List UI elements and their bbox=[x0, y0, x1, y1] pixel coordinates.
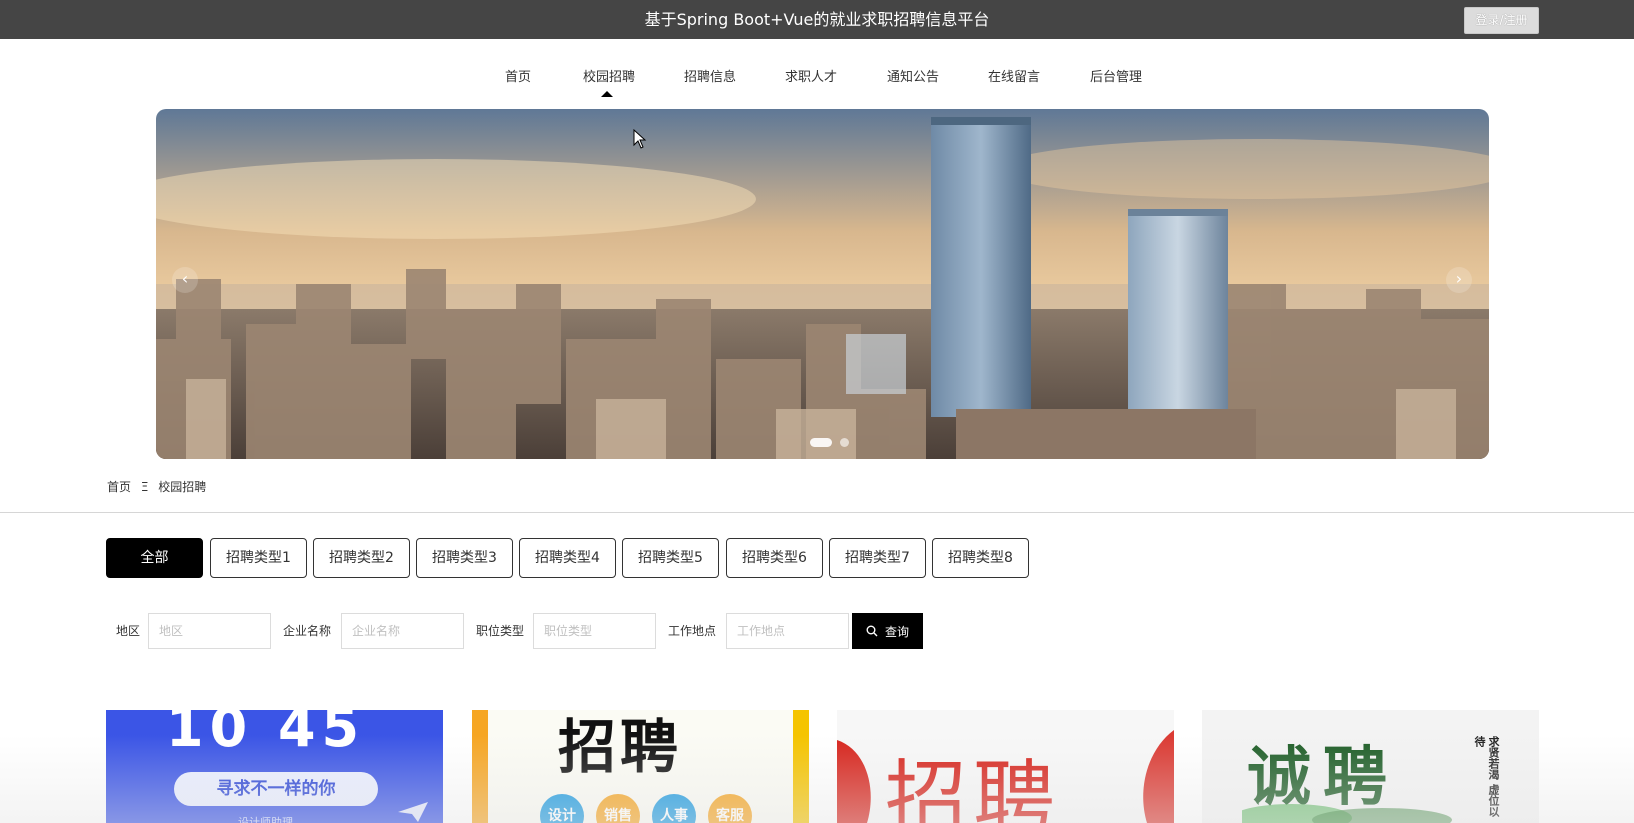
category-type7-button[interactable]: 招聘类型7 bbox=[829, 538, 926, 578]
main-nav: 首页 校园招聘 招聘信息 求职人才 通知公告 在线留言 后台管理 bbox=[0, 40, 1634, 100]
category-type6-button[interactable]: 招聘类型6 bbox=[726, 538, 823, 578]
job-type-input[interactable] bbox=[533, 613, 656, 649]
nav-item-admin[interactable]: 后台管理 bbox=[1090, 66, 1142, 85]
breadcrumb-home[interactable]: 首页 bbox=[107, 480, 131, 494]
card1-tagline: 寻求不一样的你 bbox=[174, 772, 378, 806]
card2-tag-2: 销售 bbox=[596, 794, 640, 823]
city-skyline-image bbox=[156, 109, 1489, 459]
search-button[interactable]: 查询 bbox=[852, 613, 923, 649]
card4-foliage bbox=[1242, 804, 1452, 823]
card2-tag-3: 人事 bbox=[652, 794, 696, 823]
region-input[interactable] bbox=[148, 613, 271, 649]
site-title: 基于Spring Boot+Vue的就业求职招聘信息平台 bbox=[644, 10, 990, 29]
card1-sub: 设计师助理 bbox=[238, 816, 293, 823]
category-all-button[interactable]: 全部 bbox=[106, 538, 203, 578]
job-card-2[interactable]: 招聘 设计 销售 人事 客服 bbox=[472, 710, 809, 823]
banner-carousel[interactable] bbox=[156, 109, 1489, 459]
nav-item-campus-recruitment[interactable]: 校园招聘 bbox=[583, 66, 635, 85]
work-location-input[interactable] bbox=[726, 613, 849, 649]
carousel-dot[interactable] bbox=[840, 438, 849, 447]
carousel-dot-active[interactable] bbox=[810, 438, 832, 447]
search-button-label: 查询 bbox=[884, 624, 909, 639]
category-type5-button[interactable]: 招聘类型5 bbox=[622, 538, 719, 578]
breadcrumb: 首页 Ξ 校园招聘 bbox=[107, 478, 212, 495]
category-type1-button[interactable]: 招聘类型1 bbox=[210, 538, 307, 578]
card2-tag-4: 客服 bbox=[708, 794, 752, 823]
nav-item-messages[interactable]: 在线留言 bbox=[988, 66, 1040, 85]
search-icon bbox=[866, 625, 878, 637]
company-input[interactable] bbox=[341, 613, 464, 649]
region-label: 地区 bbox=[116, 624, 141, 638]
category-type3-button[interactable]: 招聘类型3 bbox=[416, 538, 513, 578]
card2-tag-1: 设计 bbox=[540, 794, 584, 823]
section-divider bbox=[0, 512, 1634, 513]
card1-headline: 10 45 bbox=[166, 710, 366, 759]
breadcrumb-separator-icon: Ξ bbox=[140, 480, 149, 494]
company-label: 企业名称 bbox=[283, 624, 332, 638]
job-card-1[interactable]: 10 45 寻求不一样的你 设计师助理 bbox=[106, 710, 443, 823]
nav-item-job-info[interactable]: 招聘信息 bbox=[684, 66, 736, 85]
active-nav-indicator-icon bbox=[601, 91, 613, 97]
work-location-label: 工作地点 bbox=[668, 624, 717, 638]
mouse-cursor-icon bbox=[633, 129, 647, 149]
category-type4-button[interactable]: 招聘类型4 bbox=[519, 538, 616, 578]
category-type2-button[interactable]: 招聘类型2 bbox=[313, 538, 410, 578]
job-type-label: 职位类型 bbox=[476, 624, 525, 638]
breadcrumb-current: 校园招聘 bbox=[158, 480, 207, 494]
nav-item-notices[interactable]: 通知公告 bbox=[887, 66, 939, 85]
nav-item-home[interactable]: 首页 bbox=[505, 66, 531, 85]
login-register-button[interactable]: 登录/注册 bbox=[1464, 7, 1539, 34]
paper-plane-icon bbox=[398, 802, 428, 822]
job-card-4[interactable]: 诚聘 求贤若渴 虚位以待 bbox=[1202, 710, 1539, 823]
top-header-bar: 基于Spring Boot+Vue的就业求职招聘信息平台 登录/注册 bbox=[0, 0, 1634, 39]
job-card-3[interactable]: 招聘 bbox=[837, 710, 1174, 823]
chevron-left-icon[interactable]: ‹ bbox=[172, 267, 198, 293]
category-type8-button[interactable]: 招聘类型8 bbox=[932, 538, 1029, 578]
card3-headline: 招聘 bbox=[885, 752, 1062, 823]
chevron-right-icon[interactable]: › bbox=[1446, 267, 1472, 293]
nav-item-talent[interactable]: 求职人才 bbox=[785, 66, 837, 85]
card4-slogan: 求贤若渴 虚位以待 bbox=[1473, 736, 1500, 817]
card2-headline: 招聘 bbox=[558, 713, 683, 781]
